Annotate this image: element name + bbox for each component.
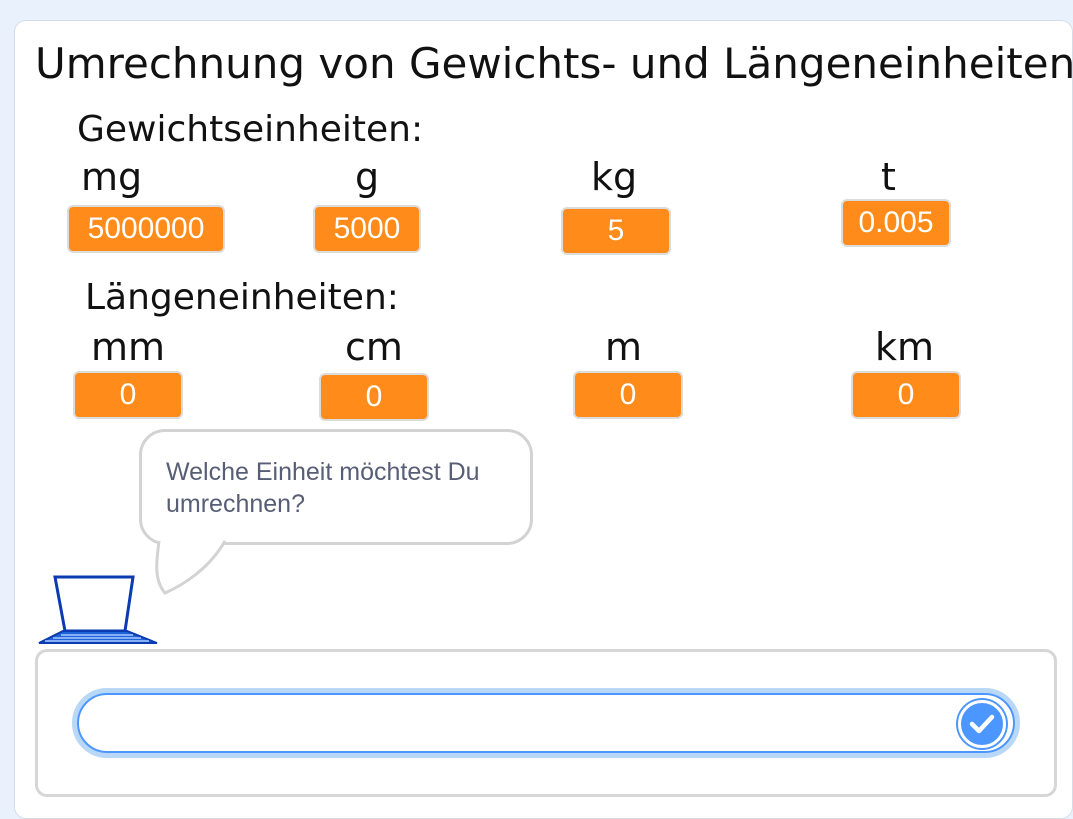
variable-monitor-km[interactable]: 0 [851, 371, 961, 419]
variable-value-g: 5000 [333, 212, 401, 245]
speech-bubble: Welche Einheit möchtest Du umrechnen? [139, 429, 533, 545]
unit-label-mg: mg [81, 155, 143, 199]
variable-value-mg: 5000000 [87, 212, 205, 245]
length-heading: Längeneinheiten: [85, 277, 399, 318]
checkmark-icon [969, 714, 995, 734]
weight-heading: Gewichtseinheiten: [77, 109, 424, 150]
variable-monitor-kg[interactable]: 5 [561, 207, 671, 255]
ask-input-wrapper [72, 688, 1020, 758]
variable-value-kg: 5 [607, 214, 625, 247]
speech-bubble-text: Welche Einheit möchtest Du umrechnen? [166, 458, 480, 518]
speech-bubble-tail [155, 539, 227, 595]
variable-monitor-g[interactable]: 5000 [313, 205, 421, 253]
unit-label-g: g [355, 155, 380, 199]
variable-value-m: 0 [619, 378, 637, 411]
variable-monitor-t[interactable]: 0.005 [841, 199, 951, 247]
variable-monitor-m[interactable]: 0 [573, 371, 683, 419]
unit-label-t: t [881, 155, 896, 199]
unit-label-mm: mm [91, 325, 166, 369]
variable-monitor-cm[interactable]: 0 [319, 373, 429, 421]
variable-monitor-mm[interactable]: 0 [73, 371, 183, 419]
page-title: Umrechnung von Gewichts- und Längeneinhe… [35, 39, 1073, 88]
unit-label-m: m [605, 325, 643, 369]
submit-button[interactable] [958, 700, 1006, 748]
variable-value-km: 0 [897, 378, 915, 411]
variable-value-cm: 0 [365, 380, 383, 413]
unit-label-km: km [875, 325, 935, 369]
answer-input[interactable] [77, 693, 1015, 753]
variable-monitor-mg[interactable]: 5000000 [67, 205, 225, 253]
stage[interactable]: Umrechnung von Gewichts- und Längeneinhe… [14, 20, 1073, 819]
unit-label-kg: kg [591, 155, 638, 199]
ask-panel [35, 649, 1057, 797]
variable-value-t: 0.005 [858, 206, 934, 239]
unit-label-cm: cm [345, 325, 403, 369]
laptop-icon[interactable] [37, 575, 161, 645]
variable-value-mm: 0 [119, 378, 137, 411]
